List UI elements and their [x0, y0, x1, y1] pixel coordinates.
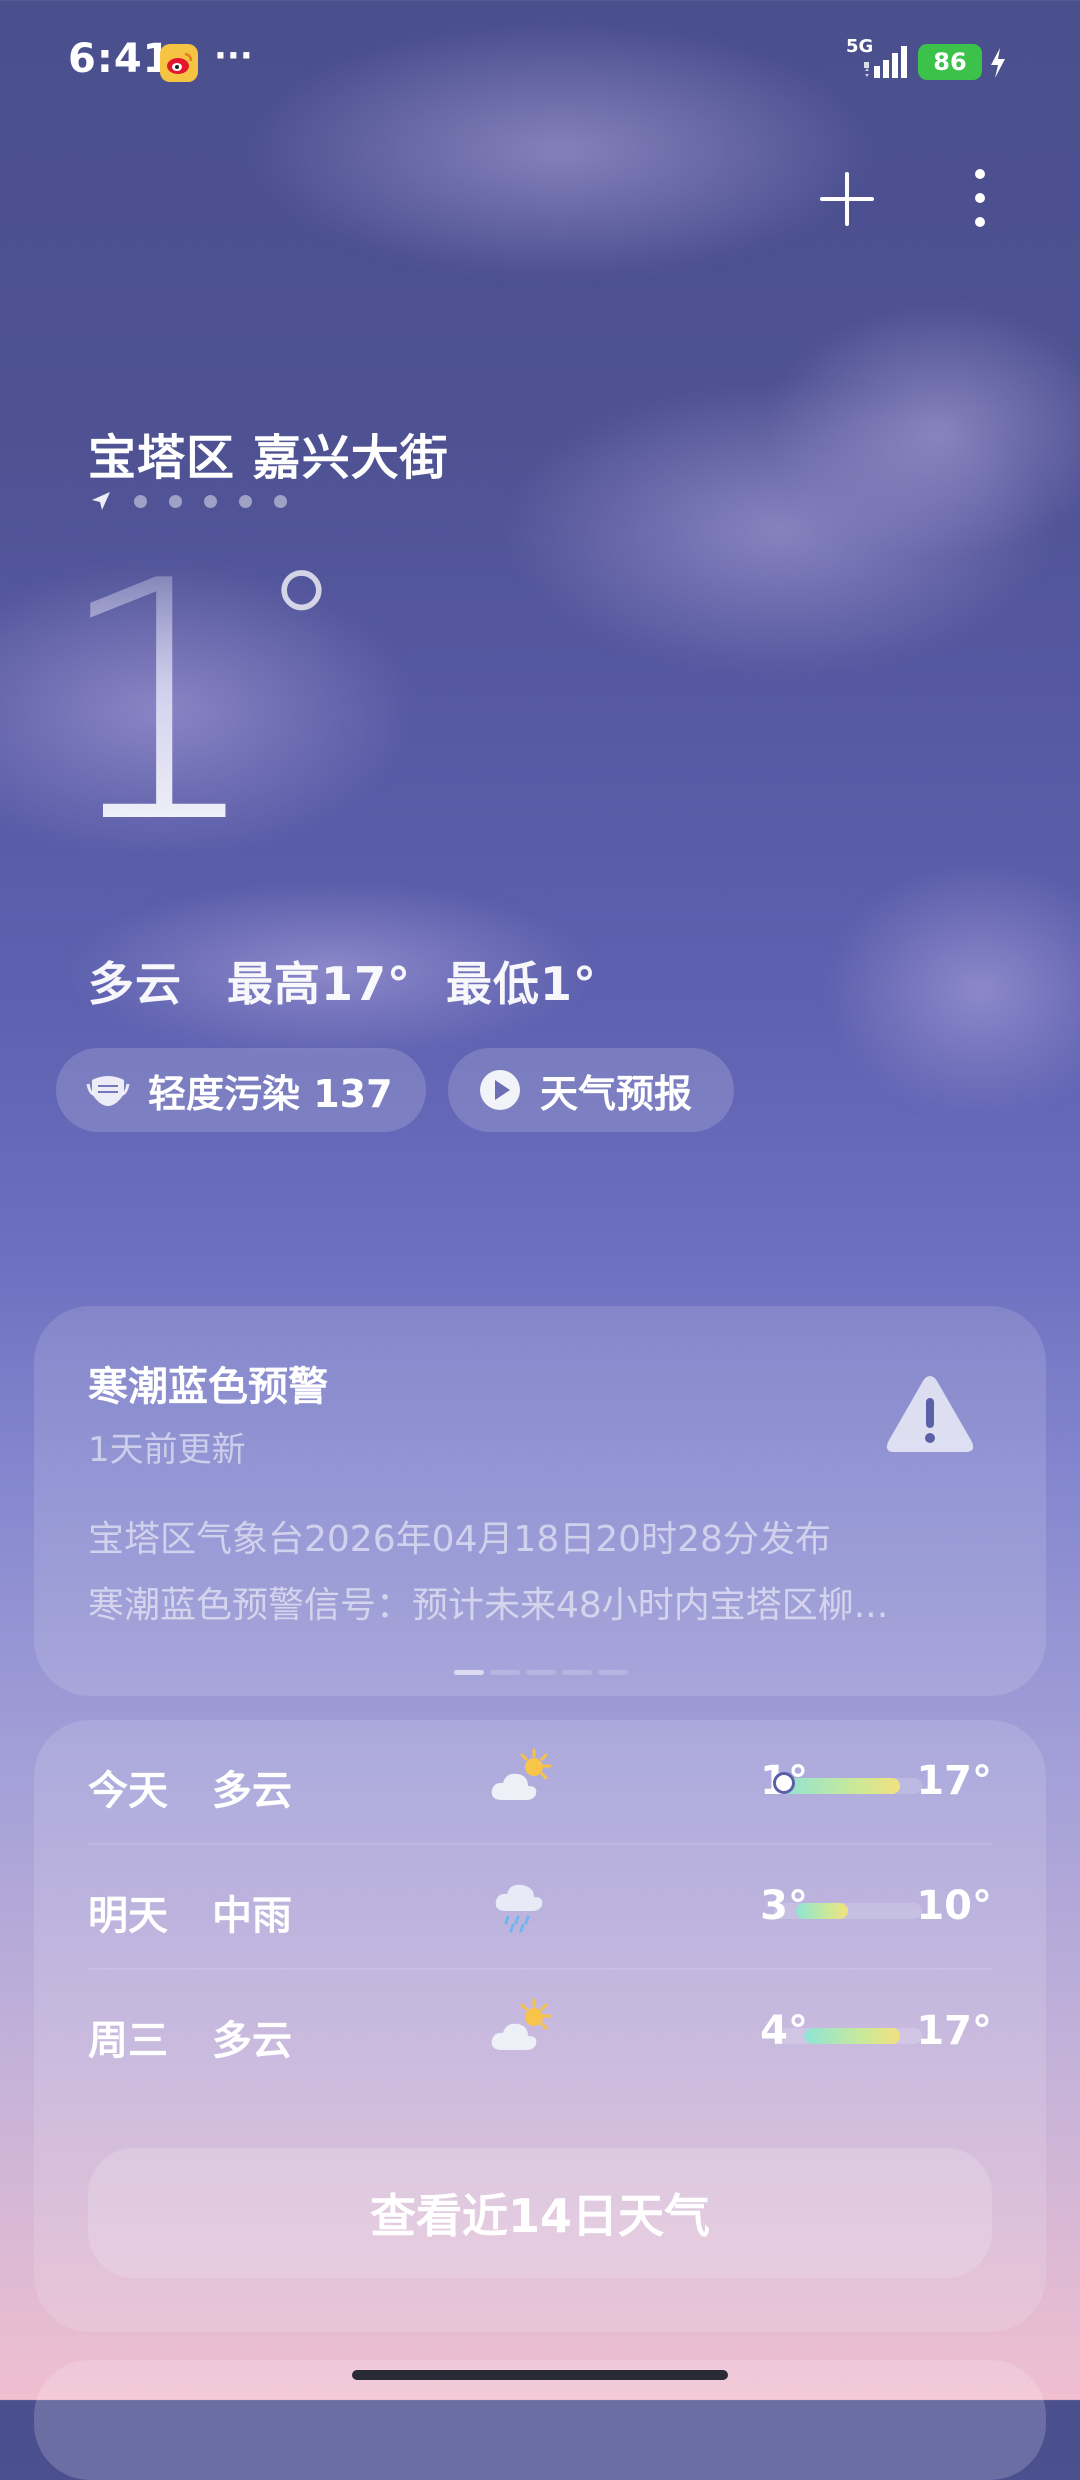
page-dot: [134, 494, 147, 508]
rain-cloud-icon: [495, 1884, 543, 1933]
forecast-row-tomorrow[interactable]: 明天 中雨 3° 10°: [88, 1845, 992, 1970]
forecast-day: 周三: [88, 2018, 168, 2064]
current-temperature-value: 1: [54, 511, 264, 895]
location-arrow-icon: [92, 492, 110, 510]
alert-pager-segment: [454, 1670, 484, 1675]
current-temperature: 1 °: [54, 538, 339, 898]
status-time: 6:41: [68, 36, 172, 82]
alert-pager-segment: [562, 1670, 592, 1675]
page-dot: [169, 494, 182, 508]
view-14-day-forecast-button[interactable]: 查看近14日天气: [88, 2148, 992, 2278]
forecast-high: 17°: [916, 2008, 992, 2054]
alert-text-line-1: 宝塔区气象台2026年04月18日20时28分发布: [88, 1519, 831, 1560]
status-bar: 6:41 ··· 5G 86: [0, 0, 1080, 120]
alert-pager-segment: [490, 1670, 520, 1675]
current-condition: 多云: [88, 957, 182, 1011]
page-dot: [239, 494, 252, 508]
alert-updated-time: 1天前更新: [88, 1430, 246, 1470]
home-indicator[interactable]: [352, 2370, 728, 2380]
partly-cloudy-sun-icon: [491, 1748, 552, 1800]
air-quality-label: 轻度污染 137: [148, 1071, 393, 1116]
air-quality-chip[interactable]: 轻度污染 137: [56, 1048, 426, 1132]
weather-forecast-video-chip[interactable]: 天气预报: [448, 1048, 734, 1132]
page-dot: [274, 494, 287, 508]
today-high: 最高17°: [227, 957, 412, 1011]
alert-pager-segment: [598, 1670, 628, 1675]
add-city-button[interactable]: [816, 168, 878, 230]
weibo-icon: [160, 44, 198, 82]
temperature-range-fill: [796, 1903, 848, 1919]
forecast-condition: 多云: [212, 2018, 292, 2064]
partly-cloudy-sun-icon: [491, 1998, 552, 2050]
battery-indicator: 86: [918, 44, 982, 80]
degree-symbol: °: [263, 540, 339, 714]
condition-summary: 多云 最高17° 最低1°: [88, 948, 625, 1014]
charging-bolt-icon: [991, 48, 1005, 78]
notification-more-icon: ···: [214, 36, 253, 76]
forecast-condition: 多云: [212, 1768, 292, 1814]
page-dot: [204, 494, 217, 508]
forecast-day: 今天: [88, 1768, 168, 1814]
weather-alert-card[interactable]: 寒潮蓝色预警 1天前更新 宝塔区气象台2026年04月18日20时28分发布 寒…: [34, 1306, 1046, 1696]
mask-icon: [86, 1076, 130, 1106]
weather-forecast-label: 天气预报: [540, 1071, 693, 1116]
forecast-high: 10°: [916, 1883, 992, 1929]
location-name: 宝塔区 嘉兴大街: [88, 430, 449, 486]
forecast-high: 17°: [916, 1758, 992, 1804]
forecast-row-wednesday[interactable]: 周三 多云 4° 17°: [88, 1970, 992, 2095]
alert-pager: [454, 1670, 628, 1675]
signal-icon: [864, 46, 907, 78]
warning-triangle-icon: [886, 1376, 974, 1452]
forecast-day: 明天: [88, 1893, 168, 1939]
alert-pager-segment: [526, 1670, 556, 1675]
forecast-condition: 中雨: [212, 1893, 292, 1939]
more-options-button[interactable]: [960, 166, 1000, 230]
alert-text-line-2: 寒潮蓝色预警信号：预计未来48小时内宝塔区柳...: [88, 1585, 889, 1626]
city-page-indicator[interactable]: [90, 490, 287, 512]
play-icon: [480, 1070, 520, 1110]
daily-forecast-card: 今天 多云 1° 17° 明天 中雨: [34, 1720, 1046, 2332]
alert-title: 寒潮蓝色预警: [88, 1364, 328, 1410]
forecast-row-today[interactable]: 今天 多云 1° 17°: [88, 1720, 992, 1845]
today-low: 最低1°: [446, 957, 598, 1011]
